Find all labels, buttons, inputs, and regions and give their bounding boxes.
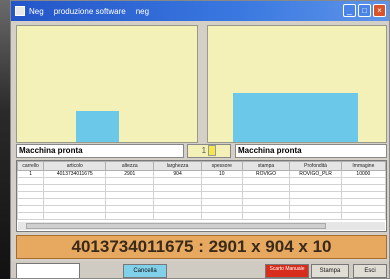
cell: ROVIGO	[241, 170, 291, 178]
table-row[interactable]: 1 4013734011675 2901 904 10 ROVIGO ROVIG…	[17, 170, 386, 178]
table-row-empty	[17, 177, 386, 185]
window-extra: neg	[135, 6, 150, 16]
col-header[interactable]: Profondità	[289, 161, 342, 171]
window-title: Neg	[29, 6, 44, 16]
bottom-toolbar: Cancella Scarto Manuale Stampa Esci	[11, 261, 389, 278]
close-button[interactable]: ×	[373, 4, 386, 17]
col-header[interactable]: spessore	[200, 161, 243, 171]
cell: 2901	[105, 170, 155, 178]
col-header[interactable]: altezza	[105, 161, 155, 171]
status-right: Macchina pronta	[235, 144, 387, 158]
background-strip	[0, 0, 10, 279]
print-button[interactable]: Stampa	[311, 264, 349, 278]
manual-reject-button[interactable]: Scarto Manuale	[265, 264, 309, 278]
table-row-empty	[17, 191, 386, 199]
exit-button[interactable]: Esci	[353, 264, 387, 278]
maximize-button[interactable]: □	[358, 4, 371, 17]
current-item-display: 4013734011675 : 2901 x 904 x 10	[16, 235, 387, 259]
cell: 4013734011675	[43, 170, 107, 178]
app-icon	[15, 6, 25, 16]
col-header[interactable]: larghezza	[153, 161, 202, 171]
carrello-spinner[interactable]: 1	[187, 144, 231, 158]
fill-level-left	[76, 111, 119, 142]
cell: ROVIGO_PLR	[289, 170, 342, 178]
data-table: carrello articolo altezza larghezza spes…	[16, 160, 387, 232]
cell: 10000	[340, 170, 386, 178]
scrollbar-thumb[interactable]	[26, 223, 326, 229]
status-left: Macchina pronta	[16, 144, 184, 158]
table-header-row: carrello articolo altezza larghezza spes…	[17, 161, 386, 171]
window-subtitle: produzione software	[53, 6, 126, 16]
table-row-empty	[17, 212, 386, 220]
window-controls: _ □ ×	[343, 4, 386, 17]
table-row-empty	[17, 198, 386, 206]
title-bar: Neg produzione software neg _ □ ×	[11, 1, 389, 21]
spinner-value: 1	[201, 146, 207, 155]
cell: 10	[200, 170, 243, 178]
horizontal-scrollbar[interactable]	[18, 222, 385, 230]
barcode-input[interactable]	[16, 263, 80, 278]
cancel-button[interactable]: Cancella	[123, 264, 167, 278]
cell: 1	[17, 170, 45, 178]
app-window: Neg produzione software neg _ □ × Macchi…	[10, 0, 390, 279]
table-row-empty	[17, 184, 386, 192]
fill-level-right	[233, 93, 358, 142]
status-row: Macchina pronta 1 Macchina pronta	[11, 143, 389, 159]
col-header[interactable]: carrello	[17, 161, 45, 171]
col-header[interactable]: stampa	[241, 161, 291, 171]
col-header[interactable]: articolo	[43, 161, 107, 171]
cell: 904	[153, 170, 202, 178]
machine-panel-right	[207, 25, 387, 143]
col-header[interactable]: Immagine	[340, 161, 386, 171]
minimize-button[interactable]: _	[343, 4, 356, 17]
table-row-empty	[17, 205, 386, 213]
machine-panel-left	[16, 25, 198, 143]
spinner-arrow-icon[interactable]	[208, 145, 217, 157]
